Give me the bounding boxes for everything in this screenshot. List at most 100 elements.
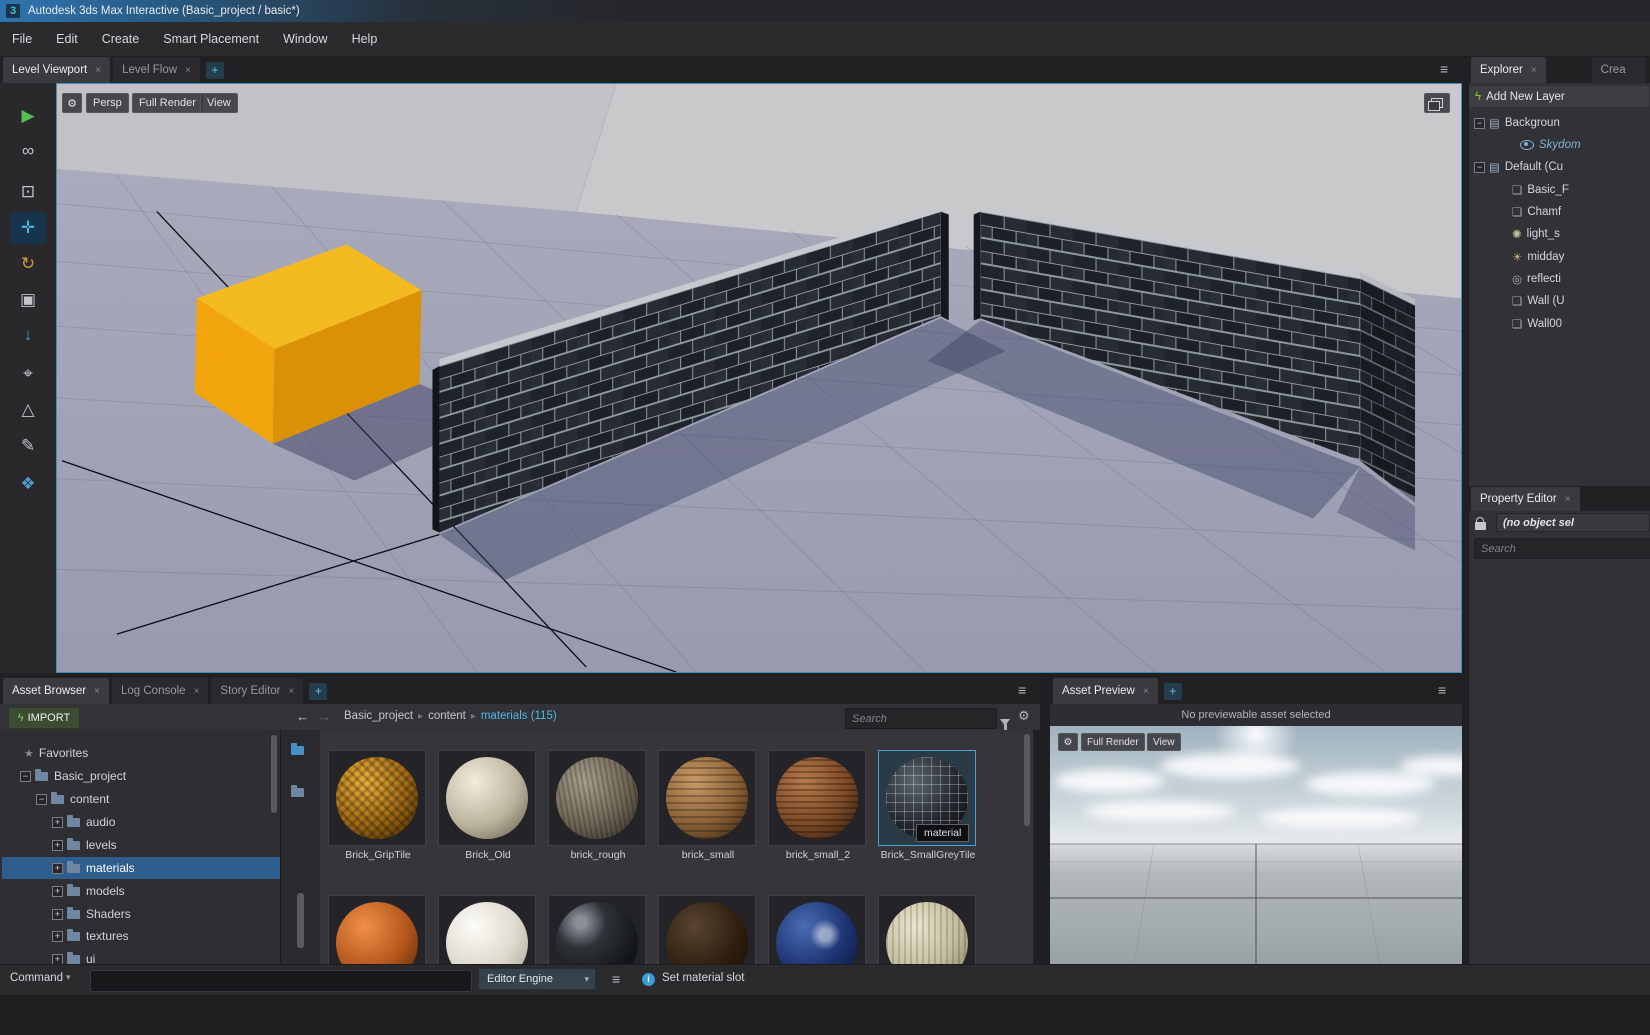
expand-icon[interactable]: + (52, 954, 63, 965)
explorer-row-default[interactable]: − ▤ Default (Cu (1468, 156, 1650, 178)
maximize-viewport-button[interactable] (1424, 93, 1450, 113)
import-button[interactable]: ϟ IMPORT (8, 707, 80, 729)
view-options-button[interactable]: View (200, 93, 238, 113)
collapse-icon[interactable]: − (1474, 162, 1485, 173)
close-icon[interactable]: × (185, 65, 191, 76)
strip-scrollbar[interactable] (297, 893, 304, 948)
asset-browser-menu-icon[interactable]: ≡ (1018, 682, 1026, 698)
menu-edit[interactable]: Edit (44, 22, 90, 56)
tab-level-flow[interactable]: Level Flow × (113, 57, 200, 83)
move-tool-button[interactable]: ✛ (10, 212, 46, 244)
explorer-row-wall00[interactable]: ❑ Wall00 (1468, 313, 1650, 335)
tab-log-console[interactable]: Log Console × (112, 678, 208, 704)
expand-icon[interactable]: + (52, 840, 63, 851)
viewport-settings-button[interactable]: ⚙ (62, 93, 82, 113)
menu-help[interactable]: Help (340, 22, 390, 56)
preview-render-mode-button[interactable]: Full Render (1081, 733, 1145, 751)
level-viewport[interactable] (56, 83, 1462, 673)
explorer-row-light[interactable]: ✺ light_s (1468, 223, 1650, 245)
status-menu-icon[interactable]: ≡ (612, 971, 620, 987)
asset-tile[interactable]: Brick_Old (438, 750, 538, 861)
gear-icon[interactable]: ⚙ (1018, 708, 1030, 724)
tab-property-editor[interactable]: Property Editor × (1471, 487, 1580, 511)
breadcrumb-content[interactable]: content (428, 710, 466, 722)
explorer-row-midday[interactable]: ☀ midday (1468, 246, 1650, 268)
filter-icon[interactable] (1000, 719, 1010, 726)
grid-scrollbar[interactable] (1024, 734, 1030, 826)
close-icon[interactable]: × (1565, 494, 1571, 505)
tree-item-materials[interactable]: + materials (2, 857, 280, 879)
engine-select[interactable]: Editor Engine ▾ (478, 968, 596, 990)
asset-tile[interactable] (328, 895, 428, 964)
collapse-icon[interactable]: − (36, 794, 47, 805)
property-search-input[interactable] (1474, 538, 1650, 559)
physics-tool-button[interactable]: △ (10, 394, 46, 426)
add-new-layer-button[interactable]: ϟ Add New Layer (1469, 86, 1649, 107)
menu-smart-placement[interactable]: Smart Placement (151, 22, 271, 56)
expand-icon[interactable]: + (52, 909, 63, 920)
asset-tile[interactable]: brick_small_2 (768, 750, 868, 861)
breadcrumb-materials[interactable]: materials (115) (481, 710, 557, 722)
paint-tool-button[interactable]: ✎ (10, 430, 46, 462)
asset-tile[interactable]: brick_rough (548, 750, 648, 861)
collapse-icon[interactable]: − (1474, 118, 1485, 129)
scale-tool-button[interactable]: ▣ (10, 284, 46, 316)
preview-view-button[interactable]: View (1147, 733, 1181, 751)
tab-asset-preview[interactable]: Asset Preview × (1053, 678, 1158, 704)
command-input[interactable] (90, 970, 472, 992)
close-icon[interactable]: × (95, 65, 101, 76)
prefab-tool-button[interactable]: ❖ (10, 468, 46, 500)
tree-item-ui[interactable]: + ui (2, 948, 280, 964)
asset-tile[interactable] (878, 895, 978, 964)
close-icon[interactable]: × (1143, 686, 1149, 697)
menu-window[interactable]: Window (271, 22, 339, 56)
asset-tile[interactable] (768, 895, 868, 964)
tab-create-partial[interactable]: Crea (1592, 57, 1646, 83)
folder-icon[interactable] (291, 746, 304, 755)
tree-item-favorites[interactable]: ★ Favorites (2, 742, 280, 764)
visibility-eye-icon[interactable] (1520, 140, 1534, 150)
explorer-row-wall[interactable]: ❑ Wall (U (1468, 290, 1650, 312)
asset-tile[interactable]: Brick_GripTile (328, 750, 428, 861)
collapse-icon[interactable]: − (20, 771, 31, 782)
tab-level-viewport[interactable]: Level Viewport × (3, 57, 110, 83)
viewport-menu-icon[interactable]: ≡ (1440, 61, 1448, 77)
back-icon[interactable]: ← (296, 709, 309, 724)
add-tab-button[interactable]: + (206, 62, 224, 79)
tab-asset-browser[interactable]: Asset Browser × (3, 678, 109, 704)
viewport-canvas[interactable] (57, 84, 1461, 672)
asset-tile[interactable] (658, 895, 758, 964)
asset-tile[interactable] (438, 895, 538, 964)
forward-icon[interactable]: → (318, 709, 331, 724)
explorer-row-basic[interactable]: ❑ Basic_F (1468, 179, 1650, 201)
render-mode-button[interactable]: Full Render (132, 93, 203, 113)
tree-scrollbar[interactable] (271, 735, 277, 813)
close-icon[interactable]: × (288, 686, 294, 697)
preview-settings-button[interactable]: ⚙ (1058, 733, 1078, 751)
expand-icon[interactable]: + (52, 817, 63, 828)
close-icon[interactable]: × (1531, 65, 1537, 76)
tree-item-textures[interactable]: + textures (2, 925, 280, 947)
menu-file[interactable]: File (0, 22, 44, 56)
rotate-tool-button[interactable]: ↻ (10, 248, 46, 280)
expand-icon[interactable]: + (52, 863, 63, 874)
add-tab-button[interactable]: + (1164, 683, 1182, 700)
tree-item-content[interactable]: − content (2, 788, 280, 810)
expand-icon[interactable]: + (52, 931, 63, 942)
close-icon[interactable]: × (194, 686, 200, 697)
explorer-row-background[interactable]: − ▤ Backgroun (1468, 112, 1650, 134)
drop-to-ground-button[interactable]: ↓ (10, 319, 46, 351)
explorer-row-skydome[interactable]: Skydom (1468, 134, 1650, 156)
folder-tree-icon[interactable] (291, 788, 304, 797)
add-tab-button[interactable]: + (309, 683, 327, 700)
menu-create[interactable]: Create (90, 22, 152, 56)
explorer-row-chamf[interactable]: ❑ Chamf (1468, 201, 1650, 223)
tab-story-editor[interactable]: Story Editor × (211, 678, 303, 704)
asset-tile-selected[interactable]: Brick_SmallGreyTile (878, 750, 978, 861)
expand-icon[interactable]: + (52, 886, 63, 897)
asset-preview-menu-icon[interactable]: ≡ (1438, 682, 1446, 698)
snap-tool-button[interactable]: ⌖ (10, 358, 46, 390)
tree-item-levels[interactable]: + levels (2, 834, 280, 856)
camera-mode-button[interactable]: Persp (86, 93, 129, 113)
tree-item-audio[interactable]: + audio (2, 811, 280, 833)
